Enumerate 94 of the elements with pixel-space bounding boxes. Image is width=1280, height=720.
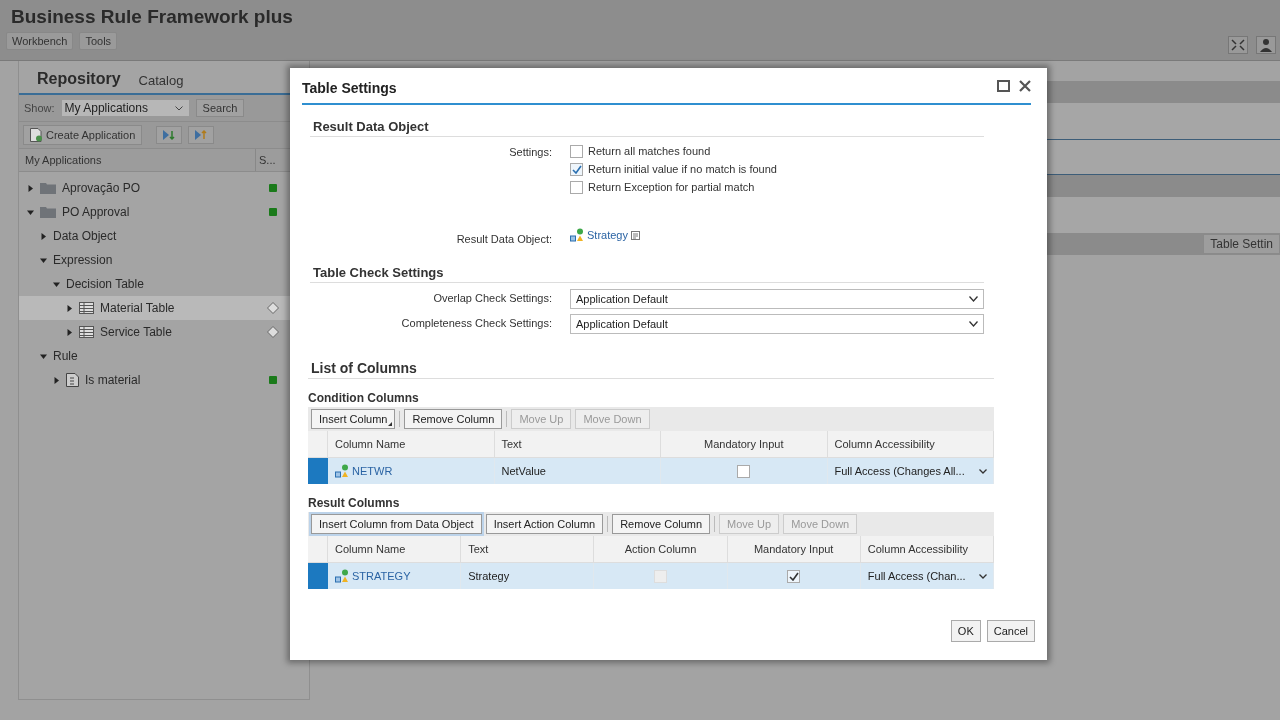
tree-item[interactable]: Aprovação PO: [19, 176, 309, 200]
tree-item-label: Decision Table: [66, 277, 144, 291]
data-object-icon: [335, 464, 349, 478]
column-header: Mandatory Input: [661, 431, 828, 458]
tree-item[interactable]: Service Table: [19, 320, 309, 344]
collapsed-caret-icon[interactable]: [40, 232, 47, 240]
data-object-icon: [335, 569, 349, 583]
dialog-button[interactable]: OK: [950, 620, 981, 642]
section-title: Result Data Object: [310, 119, 984, 137]
create-application-button[interactable]: Create Application: [23, 125, 143, 145]
show-dropdown[interactable]: My Applications: [60, 99, 190, 117]
tree-item-label: Expression: [53, 253, 113, 267]
collapsed-caret-icon[interactable]: [27, 184, 34, 192]
checkbox-label: Return Exception for partial match: [588, 181, 755, 193]
toolbar-button[interactable]: Insert Action Column: [485, 514, 604, 534]
tree-item-label: Rule: [53, 349, 78, 363]
data-object-icon: [570, 228, 584, 242]
tree-item-label: Material Table: [100, 301, 175, 315]
settings-label: Settings:: [508, 145, 552, 160]
chevron-down-icon[interactable]: [969, 296, 978, 302]
section-title: List of Columns: [308, 360, 994, 379]
tree-item[interactable]: Is material: [19, 368, 309, 392]
tree-item-label: Data Object: [53, 229, 117, 243]
menu-button[interactable]: Tools: [79, 32, 118, 50]
field-label: Result Data Object:: [455, 232, 552, 245]
expanded-caret-icon[interactable]: [27, 208, 34, 216]
checkbox-label: Return initial value if no match is found: [588, 163, 777, 175]
expanded-caret-icon[interactable]: [40, 256, 47, 264]
chevron-down-icon[interactable]: [979, 468, 987, 474]
table-title: Condition Columns: [308, 391, 420, 405]
expanded-caret-icon[interactable]: [53, 280, 60, 288]
checkbox[interactable]: [570, 162, 583, 176]
column-header: My Applications: [19, 149, 256, 171]
column-name-link[interactable]: NETWR: [352, 465, 393, 477]
play-up-arrow-icon: [194, 129, 209, 141]
tree-item[interactable]: PO Approval: [19, 200, 309, 224]
tree-item[interactable]: Expression: [19, 248, 309, 272]
section-title: Table Check Settings: [310, 265, 984, 283]
field-label: Overlap Check Settings:: [432, 291, 552, 306]
checkbox[interactable]: [570, 144, 583, 158]
tree-item-label: Is material: [85, 373, 141, 387]
menu-button[interactable]: Workbench: [6, 32, 74, 50]
tree-item[interactable]: Data Object: [19, 224, 309, 248]
dropdown-field[interactable]: Application Default: [570, 314, 984, 334]
dialog-title: Table Settings: [302, 79, 398, 96]
column-header: Column Accessibility: [860, 536, 994, 563]
dialog-button[interactable]: Cancel: [986, 620, 1035, 642]
collapsed-caret-icon[interactable]: [53, 376, 60, 384]
table-title: Result Columns: [308, 496, 401, 510]
chevron-down-icon[interactable]: [969, 321, 978, 327]
toolbar-button[interactable]: Insert Column: [311, 409, 396, 429]
column-header: S...: [258, 154, 277, 166]
column-header: Column Accessibility: [827, 431, 994, 458]
new-document-icon: [30, 128, 43, 142]
column-header: Column Name: [328, 431, 495, 458]
tab[interactable]: Repository: [35, 70, 121, 93]
expanded-caret-icon[interactable]: [40, 352, 47, 360]
table-cell: NetValue: [501, 465, 546, 477]
dropdown-field[interactable]: Application Default: [570, 289, 984, 309]
checkbox[interactable]: [570, 180, 583, 194]
toolbar-button[interactable]: Insert Column from Data Object: [311, 514, 482, 534]
maximize-icon[interactable]: [997, 79, 1010, 92]
fullscreen-icon[interactable]: [1228, 36, 1248, 54]
column-header: Text: [461, 536, 595, 563]
table-settings-button[interactable]: Table Settin: [1203, 234, 1280, 254]
collapsed-caret-icon[interactable]: [66, 328, 73, 336]
tree-item-label: Service Table: [100, 325, 172, 339]
column-header: Action Column: [594, 536, 728, 563]
column-header: Column Name: [328, 536, 462, 563]
user-icon[interactable]: [1256, 36, 1276, 54]
details-icon[interactable]: [630, 230, 640, 240]
toolbar-button[interactable]: Remove Column: [404, 409, 503, 429]
table-cell: Strategy: [468, 570, 510, 582]
tab[interactable]: Catalog: [136, 73, 184, 93]
tree-item-label: Aprovação PO: [62, 181, 141, 195]
show-label: Show:: [23, 102, 55, 114]
strategy-link[interactable]: Strategy: [587, 229, 628, 241]
field-label: Completeness Check Settings:: [400, 316, 552, 331]
chevron-down-icon[interactable]: [979, 573, 987, 579]
toolbar-button[interactable]: Remove Column: [612, 514, 711, 534]
column-header: Mandatory Input: [727, 536, 861, 563]
app-title: Business Rule Framework plus: [10, 5, 294, 28]
tree-item[interactable]: Decision Table: [19, 272, 309, 296]
close-icon[interactable]: [1019, 79, 1031, 92]
tree-item-label: PO Approval: [62, 205, 130, 219]
checkbox-label: Return all matches found: [588, 145, 711, 157]
play-down-arrow-icon: [162, 129, 177, 141]
menu-corner-icon: [388, 422, 393, 426]
search-button[interactable]: Search: [195, 99, 245, 117]
collapsed-caret-icon[interactable]: [66, 304, 73, 312]
checkbox[interactable]: [737, 464, 751, 478]
tree-item[interactable]: Rule: [19, 344, 309, 368]
column-header: Text: [494, 431, 661, 458]
checkbox[interactable]: [787, 569, 801, 583]
